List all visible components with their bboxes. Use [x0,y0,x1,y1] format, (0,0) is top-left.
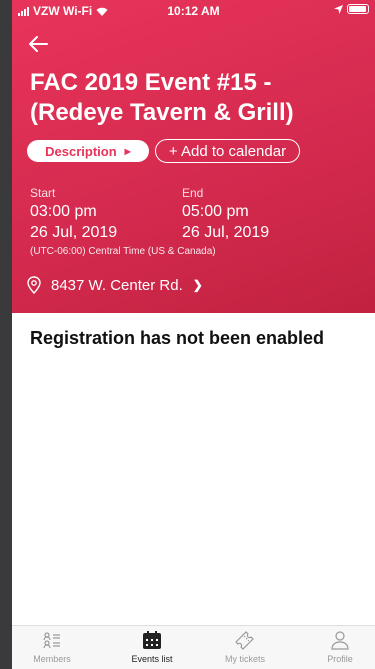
registration-notice: Registration has not been enabled [30,328,325,348]
start-label: Start [30,186,56,200]
calendar-icon [143,631,161,649]
add-to-calendar-button[interactable]: + Add to calendar [155,139,300,163]
end-date: 26 Jul, 2019 [182,224,270,241]
end-label: End [182,186,204,200]
status-icons [334,4,369,14]
map-pin-icon [27,276,41,294]
tab-members-label: Members [33,654,71,664]
profile-icon [331,631,349,650]
tab-my-tickets[interactable]: My tickets [205,630,285,664]
end-time: 05:00 pm [182,203,249,220]
members-icon [43,632,60,649]
start-date: 26 Jul, 2019 [30,224,118,241]
tab-events-list[interactable]: Events list [112,630,192,664]
clock: 10:12 AM [167,4,220,18]
tab-profile[interactable]: Profile [300,630,375,664]
back-arrow-icon[interactable] [26,32,50,56]
timezone: (UTC-06:00) Central Time (US & Canada) [30,246,216,257]
app-screen: VZW Wi-Fi 10:12 AM FAC 2019 Event #15 - … [12,0,375,669]
chevron-right-icon: ❯ [192,278,203,292]
battery-icon [347,4,369,14]
location-link[interactable]: 8437 W. Center Rd. ❯ [27,276,203,294]
tab-profile-label: Profile [327,654,353,664]
status-bar: VZW Wi-Fi 10:12 AM [12,0,375,20]
location-arrow-icon [334,4,343,14]
tab-members[interactable]: Members [12,630,92,664]
event-header: VZW Wi-Fi 10:12 AM FAC 2019 Event #15 - … [12,0,375,313]
bottom-tab-bar: Members Events list My tickets Profile [12,625,375,669]
event-title: FAC 2019 Event #15 - (Redeye Tavern & Gr… [30,69,294,126]
tab-my-tickets-label: My tickets [224,654,265,664]
location-address: 8437 W. Center Rd. [51,276,183,294]
description-label: Description [45,143,117,159]
tab-events-list-label: Events list [131,654,173,664]
description-button[interactable]: Description ▶ [27,140,149,162]
start-time: 03:00 pm [30,203,97,220]
ticket-icon [235,631,254,650]
caret-right-icon: ▶ [124,146,131,156]
